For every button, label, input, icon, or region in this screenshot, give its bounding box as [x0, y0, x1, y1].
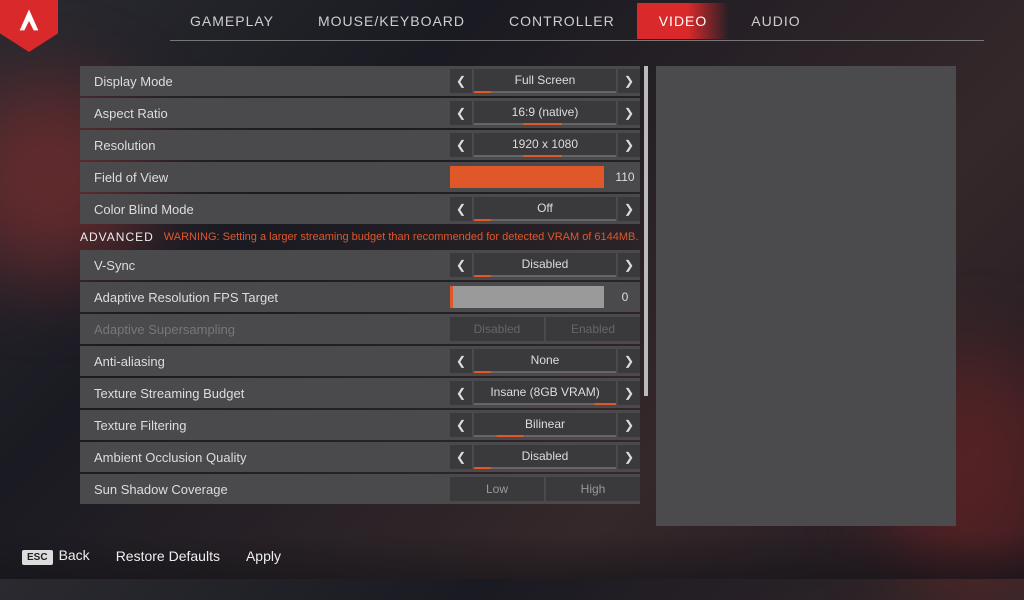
esc-key-icon: ESC: [22, 550, 53, 565]
selected-value: None: [474, 349, 616, 373]
setting-label: Anti-aliasing: [94, 354, 450, 369]
settings-tabs: GAMEPLAYMOUSE/KEYBOARDCONTROLLERVIDEOAUD…: [168, 3, 823, 39]
restore-defaults-button[interactable]: Restore Defaults: [116, 548, 220, 564]
slider[interactable]: 0: [450, 286, 640, 308]
option-selector[interactable]: ❮16:9 (native)❯: [450, 101, 640, 125]
prev-arrow-icon[interactable]: ❮: [450, 381, 472, 405]
slider-value: 0: [610, 290, 640, 304]
info-panel: [656, 66, 956, 526]
tab-video[interactable]: VIDEO: [637, 3, 730, 39]
setting-row: V-Sync❮Disabled❯: [80, 250, 640, 280]
setting-row: Ambient Occlusion Quality❮Disabled❯: [80, 442, 640, 472]
prev-arrow-icon[interactable]: ❮: [450, 413, 472, 437]
option-selector[interactable]: ❮Disabled❯: [450, 253, 640, 277]
selected-value: Disabled: [474, 445, 616, 469]
scrollbar[interactable]: [644, 66, 648, 396]
selected-value: Disabled: [474, 253, 616, 277]
prev-arrow-icon[interactable]: ❮: [450, 197, 472, 221]
setting-row: Adaptive SupersamplingDisabledEnabled: [80, 314, 640, 344]
toggle-option: Enabled: [546, 317, 640, 341]
prev-arrow-icon[interactable]: ❮: [450, 445, 472, 469]
selected-value: Off: [474, 197, 616, 221]
selected-value: 1920 x 1080: [474, 133, 616, 157]
option-selector[interactable]: ❮Disabled❯: [450, 445, 640, 469]
next-arrow-icon[interactable]: ❯: [618, 133, 640, 157]
tab-underline: [170, 40, 984, 41]
apply-button[interactable]: Apply: [246, 548, 281, 564]
setting-row: Field of View 110: [80, 162, 640, 192]
prev-arrow-icon[interactable]: ❮: [450, 101, 472, 125]
settings-list: Display Mode❮Full Screen❯Aspect Ratio❮16…: [80, 66, 640, 526]
selected-value: Insane (8GB VRAM): [474, 381, 616, 405]
toggle-option: Disabled: [450, 317, 544, 341]
prev-arrow-icon[interactable]: ❮: [450, 349, 472, 373]
slider[interactable]: 110: [450, 166, 640, 188]
section-advanced: ADVANCEDWARNING: Setting a larger stream…: [80, 226, 640, 248]
prev-arrow-icon[interactable]: ❮: [450, 133, 472, 157]
option-selector[interactable]: ❮1920 x 1080❯: [450, 133, 640, 157]
toggle-option[interactable]: Low: [450, 477, 544, 501]
setting-row: Sun Shadow CoverageLowHigh: [80, 474, 640, 504]
next-arrow-icon[interactable]: ❯: [618, 101, 640, 125]
next-arrow-icon[interactable]: ❯: [618, 381, 640, 405]
setting-label: Sun Shadow Coverage: [94, 482, 450, 497]
prev-arrow-icon[interactable]: ❮: [450, 253, 472, 277]
next-arrow-icon[interactable]: ❯: [618, 197, 640, 221]
option-selector[interactable]: ❮None❯: [450, 349, 640, 373]
next-arrow-icon[interactable]: ❯: [618, 413, 640, 437]
tab-audio[interactable]: AUDIO: [729, 3, 822, 39]
next-arrow-icon[interactable]: ❯: [618, 69, 640, 93]
setting-label: V-Sync: [94, 258, 450, 273]
slider-track[interactable]: [450, 286, 604, 308]
setting-label: Field of View: [94, 170, 450, 185]
back-button[interactable]: ESCBack: [22, 547, 90, 565]
next-arrow-icon[interactable]: ❯: [618, 445, 640, 469]
selected-value: Bilinear: [474, 413, 616, 437]
setting-label: Ambient Occlusion Quality: [94, 450, 450, 465]
setting-row: Resolution❮1920 x 1080❯: [80, 130, 640, 160]
toggle-option[interactable]: High: [546, 477, 640, 501]
toggle[interactable]: LowHigh: [450, 477, 640, 501]
tab-gameplay[interactable]: GAMEPLAY: [168, 3, 296, 39]
setting-label: Texture Filtering: [94, 418, 450, 433]
option-selector[interactable]: ❮Bilinear❯: [450, 413, 640, 437]
setting-row: Adaptive Resolution FPS Target 0: [80, 282, 640, 312]
setting-row: Texture Streaming Budget❮Insane (8GB VRA…: [80, 378, 640, 408]
setting-row: Texture Filtering❮Bilinear❯: [80, 410, 640, 440]
tab-controller[interactable]: CONTROLLER: [487, 3, 637, 39]
setting-label: Aspect Ratio: [94, 106, 450, 121]
selected-value: 16:9 (native): [474, 101, 616, 125]
next-arrow-icon[interactable]: ❯: [618, 349, 640, 373]
setting-label: Texture Streaming Budget: [94, 386, 450, 401]
option-selector[interactable]: ❮Off❯: [450, 197, 640, 221]
next-arrow-icon[interactable]: ❯: [618, 253, 640, 277]
setting-row: Aspect Ratio❮16:9 (native)❯: [80, 98, 640, 128]
toggle: DisabledEnabled: [450, 317, 640, 341]
option-selector[interactable]: ❮Full Screen❯: [450, 69, 640, 93]
prev-arrow-icon[interactable]: ❮: [450, 69, 472, 93]
slider-value: 110: [610, 170, 640, 184]
setting-row: Anti-aliasing❮None❯: [80, 346, 640, 376]
setting-label: Adaptive Resolution FPS Target: [94, 290, 450, 305]
setting-label: Resolution: [94, 138, 450, 153]
selected-value: Full Screen: [474, 69, 616, 93]
option-selector[interactable]: ❮Insane (8GB VRAM)❯: [450, 381, 640, 405]
tab-mousekeyboard[interactable]: MOUSE/KEYBOARD: [296, 3, 487, 39]
vram-warning: WARNING: Setting a larger streaming budg…: [164, 231, 639, 243]
setting-row: Color Blind Mode❮Off❯: [80, 194, 640, 224]
setting-label: Adaptive Supersampling: [94, 322, 450, 337]
setting-row: Display Mode❮Full Screen❯: [80, 66, 640, 96]
setting-label: Display Mode: [94, 74, 450, 89]
footer-bar: ESCBack Restore Defaults Apply: [0, 533, 1024, 579]
slider-track[interactable]: [450, 166, 604, 188]
setting-label: Color Blind Mode: [94, 202, 450, 217]
